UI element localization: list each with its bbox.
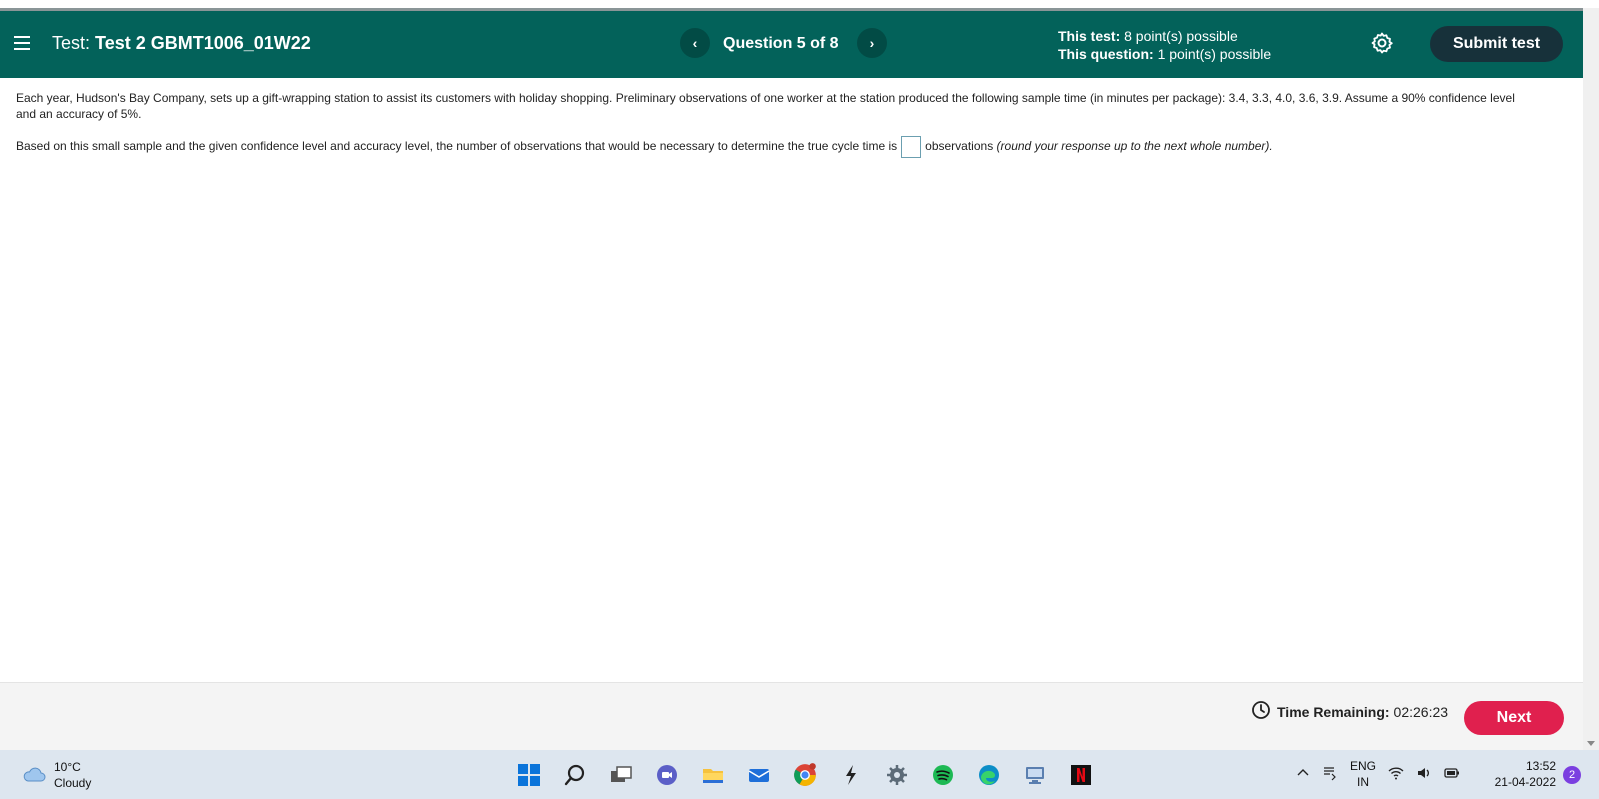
next-button[interactable]: Next bbox=[1464, 701, 1564, 735]
windows-start-icon[interactable] bbox=[512, 759, 546, 791]
time-remaining: Time Remaining: 02:26:23 bbox=[1251, 700, 1448, 723]
this-question-value: 1 point(s) possible bbox=[1157, 46, 1272, 62]
gear-icon[interactable] bbox=[1370, 31, 1394, 55]
weather-temperature: 10°C bbox=[54, 760, 81, 774]
clock-icon bbox=[1251, 700, 1271, 723]
scrollbar[interactable] bbox=[1583, 8, 1599, 750]
next-question-button[interactable]: › bbox=[857, 28, 887, 58]
wifi-icon[interactable] bbox=[1388, 765, 1404, 784]
task-view-icon[interactable] bbox=[604, 759, 638, 791]
weather-widget[interactable]: 10°C Cloudy bbox=[22, 759, 91, 791]
input-indicator-icon[interactable] bbox=[1322, 765, 1338, 784]
chevron-up-icon[interactable] bbox=[1296, 766, 1310, 783]
notification-badge[interactable]: 2 bbox=[1563, 766, 1581, 784]
test-label: Test: bbox=[52, 33, 91, 53]
footer-bar: Time Remaining: 02:26:23 Next bbox=[0, 682, 1583, 750]
chrome-icon[interactable] bbox=[788, 759, 822, 791]
taskbar: 10°C Cloudy ENG IN 13:52 21-04-2022 2 bbox=[0, 750, 1599, 799]
rounding-hint: (round your response up to the next whol… bbox=[996, 139, 1273, 154]
settings-icon[interactable] bbox=[880, 759, 914, 791]
edge-icon[interactable] bbox=[972, 759, 1006, 791]
prompt-text: Based on this small sample and the given… bbox=[16, 139, 898, 154]
mail-icon[interactable] bbox=[742, 759, 776, 791]
file-explorer-icon[interactable] bbox=[696, 759, 730, 791]
cloud-icon bbox=[22, 765, 46, 786]
taskbar-apps bbox=[512, 759, 1098, 791]
test-name: Test 2 GBMT1006_01W22 bbox=[95, 33, 311, 53]
spotify-icon[interactable] bbox=[926, 759, 960, 791]
language-indicator[interactable]: ENG IN bbox=[1350, 758, 1376, 790]
app-bolt-icon[interactable] bbox=[834, 759, 868, 791]
window-top-strip bbox=[0, 0, 1599, 11]
answer-input[interactable] bbox=[901, 136, 922, 158]
taskbar-clock[interactable]: 13:52 21-04-2022 bbox=[1490, 758, 1556, 790]
points-info: This test: 8 point(s) possible This ques… bbox=[1058, 27, 1271, 63]
volume-icon[interactable] bbox=[1416, 765, 1432, 784]
prompt-unit: observations bbox=[925, 139, 994, 154]
teams-chat-icon[interactable] bbox=[650, 759, 684, 791]
time-label: Time Remaining: bbox=[1277, 703, 1390, 720]
menu-icon[interactable] bbox=[14, 36, 30, 50]
previous-question-button[interactable]: ‹ bbox=[680, 28, 710, 58]
clock-date: 21-04-2022 bbox=[1494, 775, 1556, 789]
system-tray: ENG IN bbox=[1296, 758, 1460, 790]
weather-condition: Cloudy bbox=[54, 776, 92, 790]
netflix-icon[interactable] bbox=[1064, 759, 1098, 791]
this-test-label: This test: bbox=[1058, 28, 1121, 44]
region-code: IN bbox=[1357, 775, 1369, 789]
this-test-value: 8 point(s) possible bbox=[1124, 28, 1238, 44]
question-paragraph: Each year, Hudson's Bay Company, sets up… bbox=[16, 91, 1515, 121]
search-icon[interactable] bbox=[558, 759, 592, 791]
battery-icon[interactable] bbox=[1444, 765, 1460, 784]
test-header: Test: Test 2 GBMT1006_01W22 ‹ Question 5… bbox=[0, 11, 1583, 78]
submit-test-button[interactable]: Submit test bbox=[1430, 26, 1563, 62]
scroll-down-arrow-icon[interactable] bbox=[1587, 741, 1595, 746]
question-counter[interactable]: Question 5 of 8 bbox=[723, 35, 839, 53]
question-content: Each year, Hudson's Bay Company, sets up… bbox=[16, 90, 1516, 172]
time-value: 02:26:23 bbox=[1393, 703, 1449, 720]
network-app-icon[interactable] bbox=[1018, 759, 1052, 791]
language-code: ENG bbox=[1350, 759, 1377, 773]
this-question-label: This question: bbox=[1058, 46, 1154, 62]
test-title: Test: Test 2 GBMT1006_01W22 bbox=[52, 33, 311, 54]
clock-time: 13:52 bbox=[1525, 759, 1556, 773]
question-prompt: Based on this small sample and the given… bbox=[16, 136, 1516, 158]
